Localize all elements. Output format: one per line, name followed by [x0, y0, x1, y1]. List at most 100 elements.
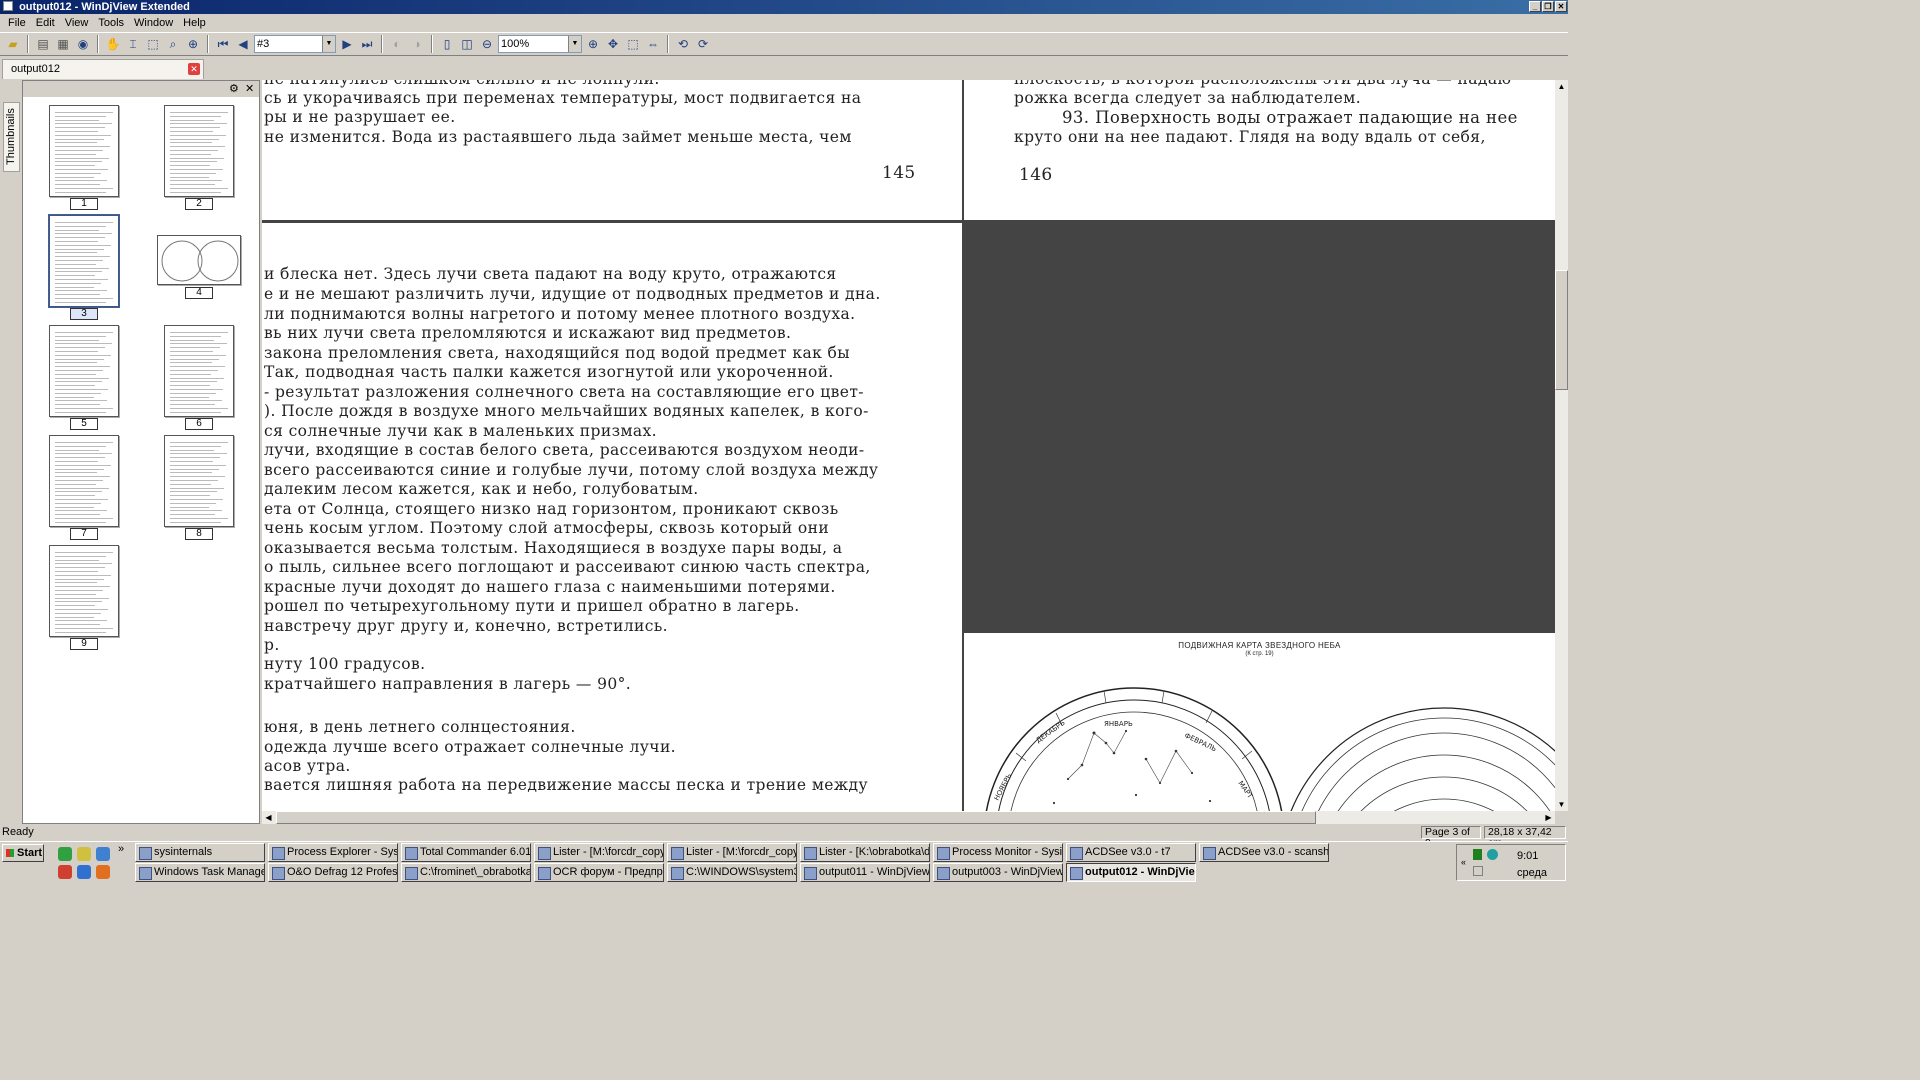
scroll-up-icon[interactable]: ▲	[1555, 80, 1568, 93]
menu-window[interactable]: Window	[129, 17, 178, 29]
thumbnail-page-5[interactable]	[49, 325, 119, 417]
scroll-right-icon[interactable]: ▶	[1542, 811, 1555, 824]
thumbnail-label: 9	[70, 638, 98, 650]
thumbnail-page-8[interactable]	[164, 435, 234, 527]
thumbnail-page-3[interactable]	[48, 214, 120, 308]
tab-output012[interactable]: output012 ✕	[2, 59, 204, 79]
magnify-icon[interactable]: ⊕	[184, 35, 202, 53]
taskbar-button[interactable]: Total Commander 6.01 - ...	[401, 843, 531, 862]
thumbnail-text-line	[170, 191, 221, 193]
zoom-rect-icon[interactable]: ⌕	[164, 35, 182, 53]
thumbnail-page-6[interactable]	[164, 325, 234, 417]
quicklaunch-icon[interactable]	[96, 847, 110, 861]
text-select-icon[interactable]: ⌶	[124, 35, 142, 53]
tab-thumbnails[interactable]: Thumbnails	[3, 102, 20, 172]
last-page-icon[interactable]: ⏭	[358, 35, 376, 53]
close-icon[interactable]: ✕	[245, 82, 254, 95]
two-pages-icon[interactable]: ◫	[458, 35, 476, 53]
taskbar-button[interactable]: Lister - [M:\forcdr_copye...	[667, 843, 797, 862]
taskbar-button[interactable]: OCR форум - Предпрос...	[534, 863, 664, 882]
minimize-button[interactable]: _	[1529, 1, 1541, 12]
scroll-down-icon[interactable]: ▼	[1555, 798, 1568, 811]
rotate-left-icon[interactable]: ⟲	[674, 35, 692, 53]
vertical-scroll-thumb[interactable]	[1555, 270, 1568, 390]
save-icon[interactable]: ▦	[54, 35, 72, 53]
thumbnail-text-line	[170, 457, 220, 459]
taskbar-button[interactable]: Process Explorer - Sysint...	[268, 843, 398, 862]
ie-icon[interactable]	[77, 865, 91, 879]
scroll-left-icon[interactable]: ◀	[262, 811, 275, 824]
window-titlebar[interactable]: output012 - WinDjView Extended _ ❐ ✕	[0, 0, 1568, 14]
taskbar-button[interactable]: output011 - WinDjView E...	[800, 863, 930, 882]
thumbnail-page-2[interactable]	[164, 105, 234, 197]
rotate-right-icon[interactable]: ⟳	[694, 35, 712, 53]
thumbnail-page-7[interactable]	[49, 435, 119, 527]
page-text-line: не изменится. Вода из растаявшего льда з…	[264, 128, 852, 146]
chevron-down-icon[interactable]: ▼	[322, 36, 335, 52]
single-page-icon[interactable]: ▯	[438, 35, 456, 53]
chrome-icon[interactable]	[58, 865, 72, 879]
taskbar-button[interactable]: Windows Task Manager	[135, 863, 265, 882]
zoom-in-icon[interactable]: ⊕	[584, 35, 602, 53]
thumbnail-page-4[interactable]	[157, 235, 241, 285]
taskbar-button[interactable]: Lister - [M:\forcdr_copye...	[534, 843, 664, 862]
clock[interactable]: 9:01	[1517, 850, 1538, 862]
actual-size-icon[interactable]: ⇔	[644, 35, 662, 53]
settings-icon[interactable]: ⚙	[229, 82, 239, 95]
find-icon[interactable]: ◉	[74, 35, 92, 53]
close-button[interactable]: ✕	[1555, 1, 1567, 12]
back-icon[interactable]: ◐	[388, 35, 406, 53]
menu-file[interactable]: File	[3, 17, 31, 29]
taskbar-button[interactable]: Lister - [K:\obrabotka\do...	[800, 843, 930, 862]
menu-edit[interactable]: Edit	[31, 17, 60, 29]
quicklaunch-more-icon[interactable]: »	[118, 843, 124, 855]
zoom-out-icon[interactable]: ⊖	[478, 35, 496, 53]
quicklaunch-icon[interactable]	[77, 847, 91, 861]
thumbnail-page-9[interactable]	[49, 545, 119, 637]
tray-icon[interactable]	[1473, 849, 1482, 860]
next-page-icon[interactable]: ▶	[338, 35, 356, 53]
forward-icon[interactable]: ◑	[408, 35, 426, 53]
thumbnail-page-1[interactable]	[49, 105, 119, 197]
open-icon[interactable]: ▰	[4, 35, 22, 53]
menu-help[interactable]: Help	[178, 17, 211, 29]
taskbar-button[interactable]: sysinternals	[135, 843, 265, 862]
starmap-image: НОЯБРЬ ДЕКАБРЬ ЯНВАРЬ ФЕВРАЛЬ МАРТ	[985, 687, 1555, 811]
previous-page-icon[interactable]: ◀	[234, 35, 252, 53]
fit-width-icon[interactable]: ⬚	[624, 35, 642, 53]
firefox-icon[interactable]	[96, 865, 110, 879]
tray-icon[interactable]	[1487, 849, 1498, 860]
thumbnail-text-line	[55, 620, 107, 622]
restore-button[interactable]: ❐	[1542, 1, 1554, 12]
chevron-down-icon[interactable]: ▼	[568, 36, 581, 52]
zoom-combo[interactable]: 100% ▼	[498, 35, 582, 53]
taskbar-button-active[interactable]: output012 - WinDjVie...	[1066, 863, 1196, 882]
page-number-combo[interactable]: #3 ▼	[254, 35, 336, 53]
rect-select-icon[interactable]: ⬚	[144, 35, 162, 53]
taskbar-button[interactable]: C:\frominet\_obrabotka\...	[401, 863, 531, 882]
taskbar-button[interactable]: ACDSee v3.0 - scanshik	[1199, 843, 1329, 862]
horizontal-scroll-thumb[interactable]	[276, 811, 1316, 824]
taskbar-button[interactable]: O&O Defrag 12 Professi...	[268, 863, 398, 882]
fit-page-icon[interactable]: ✥	[604, 35, 622, 53]
first-page-icon[interactable]: ⏮	[214, 35, 232, 53]
thumbnail-text-line	[55, 521, 106, 523]
start-button[interactable]: Start	[2, 844, 44, 862]
menu-view[interactable]: View	[60, 17, 94, 29]
tray-expand-icon[interactable]: «	[1461, 857, 1466, 867]
taskbar-button[interactable]: output003 - WinDjView E...	[933, 863, 1063, 882]
document-view[interactable]: не натянулись слишком сильно и не лопнул…	[262, 80, 1555, 811]
vertical-scrollbar[interactable]: ▲ ▼	[1555, 80, 1568, 811]
thumbnail-label: 6	[185, 418, 213, 430]
taskbar-button[interactable]: C:\WINDOWS\system32...	[667, 863, 797, 882]
hand-tool-icon[interactable]: ✋	[104, 35, 122, 53]
thumbnail-text-line	[170, 495, 210, 497]
quicklaunch-icon[interactable]	[58, 847, 72, 861]
menu-tools[interactable]: Tools	[93, 17, 129, 29]
tray-icon[interactable]	[1473, 866, 1483, 876]
print-icon[interactable]: ▤	[34, 35, 52, 53]
taskbar-button[interactable]: ACDSee v3.0 - t7	[1066, 843, 1196, 862]
horizontal-scrollbar[interactable]: ◀ ▶	[262, 811, 1555, 824]
taskbar-button[interactable]: Process Monitor - Sysint...	[933, 843, 1063, 862]
close-icon[interactable]: ✕	[188, 63, 200, 75]
